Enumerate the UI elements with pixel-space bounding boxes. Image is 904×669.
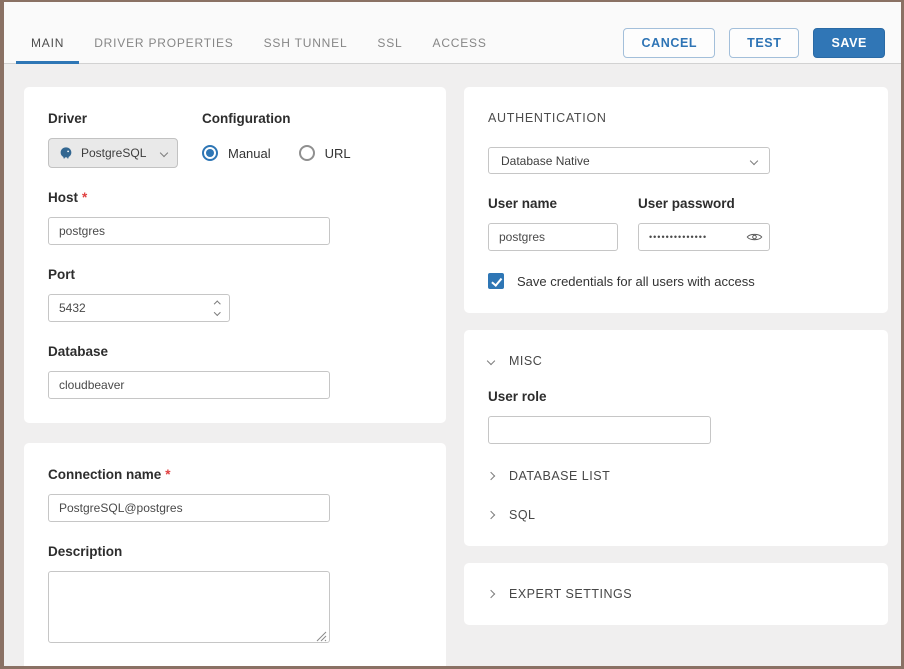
database-list-header: DATABASE LIST (509, 469, 610, 483)
description-textarea[interactable] (48, 571, 330, 643)
driver-select-value: PostgreSQL (81, 146, 146, 160)
tab-driver-properties[interactable]: DRIVER PROPERTIES (79, 22, 248, 64)
right-column: AUTHENTICATION Database Native User name… (464, 87, 888, 666)
expert-settings-card: EXPERT SETTINGS (464, 563, 888, 625)
radio-unselected-icon (299, 145, 315, 161)
description-group: Description (48, 544, 422, 648)
user-password-label: User password (638, 196, 770, 211)
driver-label: Driver (48, 111, 178, 126)
radio-selected-icon (202, 145, 218, 161)
test-button[interactable]: TEST (729, 28, 799, 58)
host-field-group: Host* (48, 190, 422, 245)
authentication-card: AUTHENTICATION Database Native User name… (464, 87, 888, 313)
user-name-label: User name (488, 196, 618, 211)
connection-name-group: Connection name* (48, 467, 422, 522)
connection-name-input[interactable] (48, 494, 330, 522)
sql-header: SQL (509, 508, 536, 522)
tab-main[interactable]: MAIN (16, 22, 79, 64)
configuration-group: Configuration Manual URL (202, 111, 351, 168)
radio-url[interactable]: URL (299, 145, 351, 161)
connection-identity-card: Connection name* Description (24, 443, 446, 666)
tab-access[interactable]: ACCESS (418, 22, 502, 64)
save-button[interactable]: SAVE (813, 28, 885, 58)
misc-card: MISC User role DATABASE LIST SQL (464, 330, 888, 546)
chevron-right-icon (487, 472, 495, 480)
tab-ssl-label: SSL (377, 36, 402, 50)
radio-manual-label: Manual (228, 146, 271, 161)
sql-section-toggle[interactable]: SQL (488, 508, 864, 522)
chevron-down-icon (160, 149, 168, 157)
database-label: Database (48, 344, 422, 359)
tab-ssh-tunnel-label: SSH TUNNEL (264, 36, 348, 50)
user-name-group: User name (488, 196, 618, 251)
postgresql-icon (59, 146, 73, 160)
expert-settings-header: EXPERT SETTINGS (509, 587, 632, 601)
checkbox-checked-icon[interactable] (488, 273, 504, 289)
driver-group: Driver PostgreSQL (48, 111, 178, 168)
connection-name-label: Connection name* (48, 467, 422, 482)
chevron-right-icon (487, 590, 495, 598)
left-column: Driver PostgreSQL Configuration (24, 87, 446, 666)
database-input[interactable] (48, 371, 330, 399)
port-label: Port (48, 267, 422, 282)
save-credentials-row: Save credentials for all users with acce… (488, 273, 864, 289)
resize-handle-icon (316, 631, 327, 642)
tab-ssh-tunnel[interactable]: SSH TUNNEL (249, 22, 363, 64)
port-field-group: Port (48, 267, 422, 322)
port-input[interactable] (48, 294, 230, 322)
eye-icon[interactable] (746, 232, 763, 243)
radio-manual[interactable]: Manual (202, 145, 271, 161)
tab-main-label: MAIN (31, 36, 64, 50)
tab-bar: MAIN DRIVER PROPERTIES SSH TUNNEL SSL AC… (16, 22, 502, 64)
chevron-down-icon (214, 309, 220, 315)
configuration-label: Configuration (202, 111, 351, 126)
content-area: Driver PostgreSQL Configuration (4, 64, 901, 666)
connection-params-card: Driver PostgreSQL Configuration (24, 87, 446, 423)
connection-settings-window: MAIN DRIVER PROPERTIES SSH TUNNEL SSL AC… (0, 0, 904, 669)
save-credentials-label: Save credentials for all users with acce… (517, 274, 755, 289)
auth-method-value: Database Native (501, 154, 590, 168)
database-field-group: Database (48, 344, 422, 399)
cancel-button[interactable]: CANCEL (623, 28, 715, 58)
user-role-label: User role (488, 389, 864, 404)
top-bar: MAIN DRIVER PROPERTIES SSH TUNNEL SSL AC… (4, 2, 901, 64)
driver-select[interactable]: PostgreSQL (48, 138, 178, 168)
chevron-down-icon (487, 357, 495, 365)
authentication-header: AUTHENTICATION (488, 111, 864, 125)
chevron-down-icon (750, 156, 758, 164)
required-asterisk: * (82, 190, 87, 205)
host-label: Host* (48, 190, 422, 205)
auth-method-select[interactable]: Database Native (488, 147, 770, 174)
port-stepper[interactable] (215, 302, 220, 314)
host-input[interactable] (48, 217, 330, 245)
expert-settings-toggle[interactable]: EXPERT SETTINGS (488, 587, 864, 601)
misc-section-toggle[interactable]: MISC (488, 354, 864, 368)
chevron-right-icon (487, 511, 495, 519)
tab-driver-properties-label: DRIVER PROPERTIES (94, 36, 233, 50)
misc-header: MISC (509, 354, 542, 368)
required-asterisk: * (165, 467, 170, 482)
user-password-group: User password (638, 196, 770, 251)
tab-access-label: ACCESS (433, 36, 487, 50)
chevron-up-icon (214, 301, 220, 307)
user-role-input[interactable] (488, 416, 711, 444)
radio-url-label: URL (325, 146, 351, 161)
action-buttons: CANCEL TEST SAVE (623, 28, 885, 58)
user-role-group: User role (488, 389, 864, 444)
description-label: Description (48, 544, 422, 559)
tab-ssl[interactable]: SSL (362, 22, 417, 64)
database-list-section-toggle[interactable]: DATABASE LIST (488, 469, 864, 483)
user-name-input[interactable] (488, 223, 618, 251)
